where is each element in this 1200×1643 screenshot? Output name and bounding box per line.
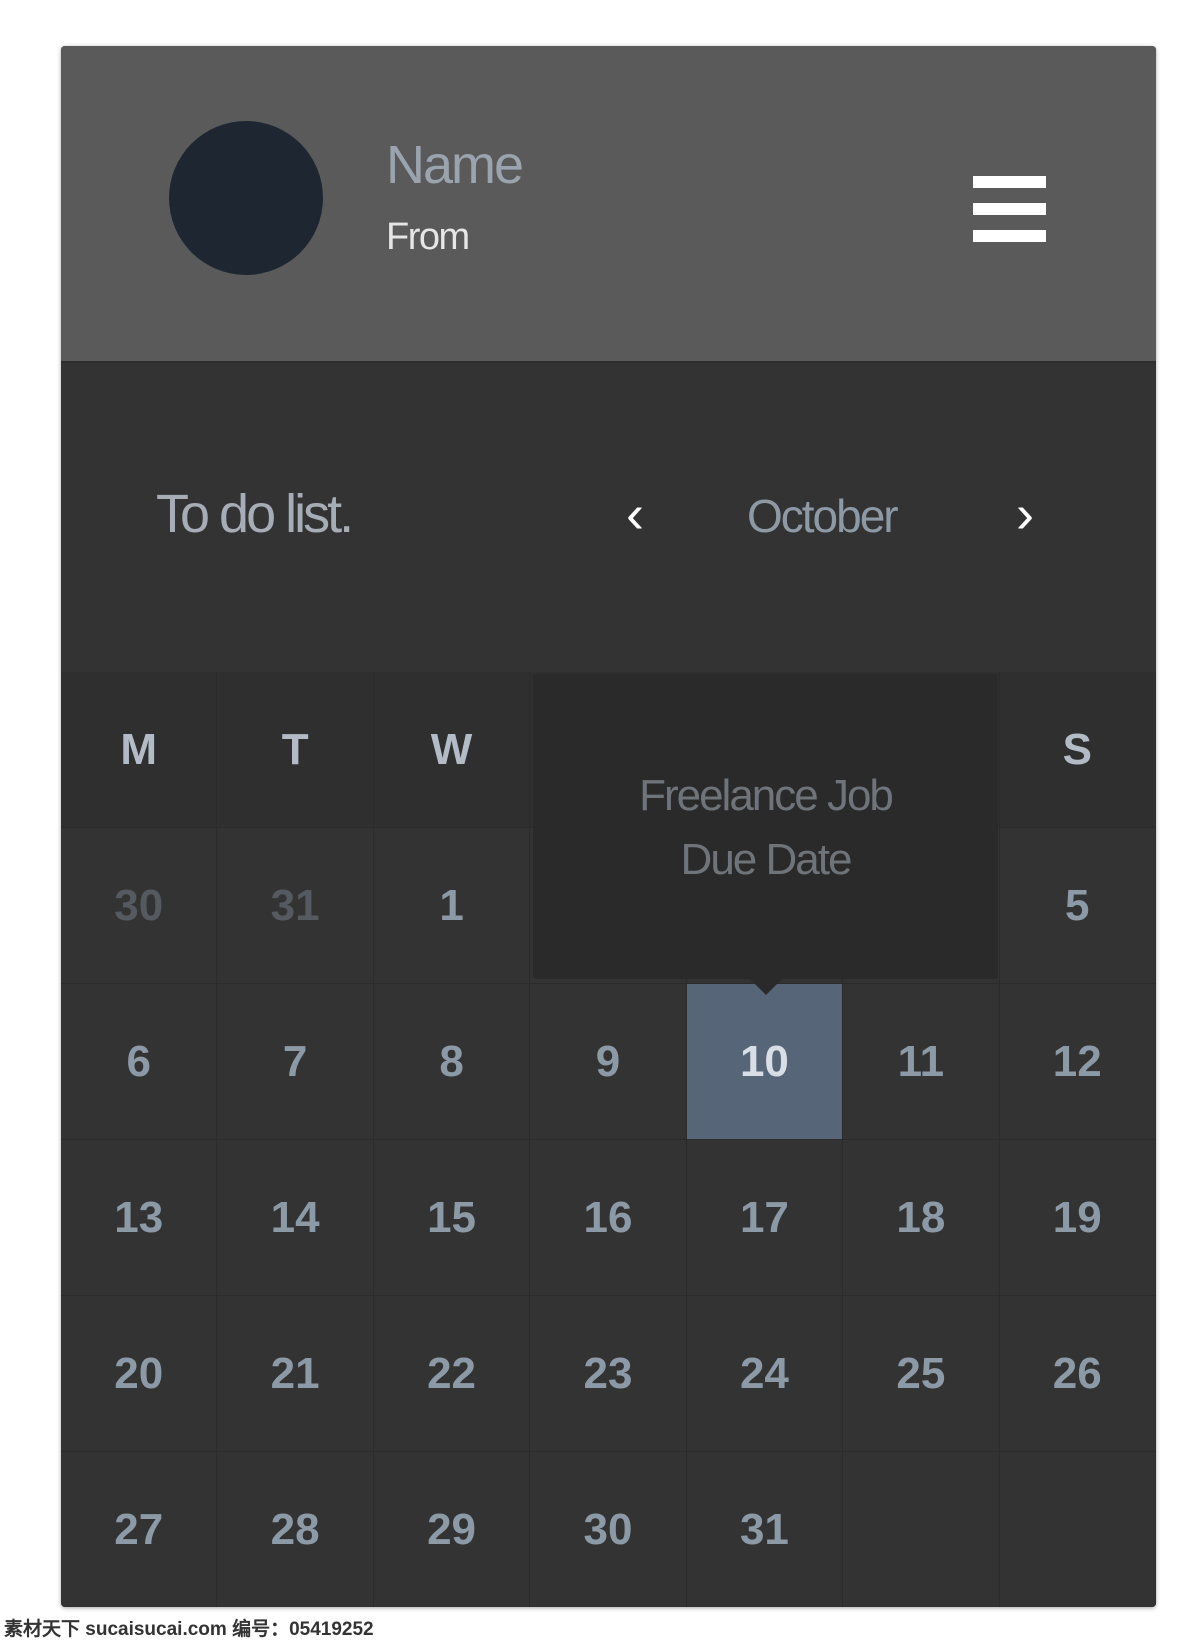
weekday-header: W xyxy=(373,672,531,828)
day-cell[interactable]: 7 xyxy=(217,984,374,1140)
tooltip-line-2: Due Date xyxy=(680,835,853,884)
day-cell[interactable]: 23 xyxy=(530,1296,687,1452)
day-cell[interactable]: 24 xyxy=(686,1296,844,1452)
weekday-header: S xyxy=(999,672,1156,828)
day-cell[interactable]: 28 xyxy=(217,1452,374,1607)
day-cell[interactable]: 29 xyxy=(373,1452,531,1607)
month-label: October xyxy=(747,490,899,542)
day-cell[interactable]: 14 xyxy=(217,1140,374,1296)
weekday-header: T xyxy=(217,672,374,828)
day-cell[interactable]: 22 xyxy=(373,1296,531,1452)
day-cell[interactable]: 6 xyxy=(61,984,218,1140)
calendar-widget: Name From To do list. ‹ October › MTWTFS… xyxy=(61,46,1156,1607)
day-cell[interactable]: 13 xyxy=(61,1140,218,1296)
day-cell[interactable]: 10 xyxy=(686,984,844,1140)
page-title: To do list. xyxy=(156,484,354,544)
day-cell[interactable]: 26 xyxy=(999,1296,1156,1452)
day-cell[interactable]: 31 xyxy=(217,828,374,984)
day-cell[interactable]: 12 xyxy=(999,984,1156,1140)
profile-from: From xyxy=(386,216,470,258)
day-cell[interactable]: 17 xyxy=(686,1140,844,1296)
day-cell[interactable]: 20 xyxy=(61,1296,218,1452)
tooltip-line-1: Freelance Job xyxy=(639,771,894,820)
day-cell[interactable]: 27 xyxy=(61,1452,218,1607)
day-cell[interactable]: 30 xyxy=(530,1452,687,1607)
day-cell[interactable]: 1 xyxy=(373,828,531,984)
day-cell[interactable]: 25 xyxy=(843,1296,1000,1452)
avatar[interactable] xyxy=(169,121,323,275)
chevron-right-icon[interactable]: › xyxy=(1016,483,1034,545)
day-cell[interactable]: 16 xyxy=(530,1140,687,1296)
hamburger-icon[interactable] xyxy=(973,176,1046,242)
profile-name: Name xyxy=(386,135,524,195)
day-cell[interactable]: 8 xyxy=(373,984,531,1140)
day-cell[interactable]: 19 xyxy=(999,1140,1156,1296)
chevron-left-icon[interactable]: ‹ xyxy=(626,483,644,545)
empty-cell xyxy=(843,1452,1000,1607)
title-bar: To do list. ‹ October › xyxy=(61,363,1156,672)
weekday-header: M xyxy=(61,672,218,828)
day-cell[interactable]: 11 xyxy=(843,984,1000,1140)
day-cell[interactable]: 18 xyxy=(843,1140,1000,1296)
day-cell[interactable]: 21 xyxy=(217,1296,374,1452)
day-cell[interactable]: 15 xyxy=(373,1140,531,1296)
empty-cell xyxy=(999,1452,1156,1607)
day-cell[interactable]: 5 xyxy=(999,828,1156,984)
profile-header: Name From xyxy=(61,46,1156,363)
watermark: 素材天下 sucaisucai.com 编号：05419252 xyxy=(4,1619,374,1640)
day-cell[interactable]: 31 xyxy=(686,1452,844,1607)
event-tooltip: Freelance Job Due Date xyxy=(533,674,998,995)
day-cell[interactable]: 9 xyxy=(530,984,687,1140)
day-cell[interactable]: 30 xyxy=(61,828,218,984)
